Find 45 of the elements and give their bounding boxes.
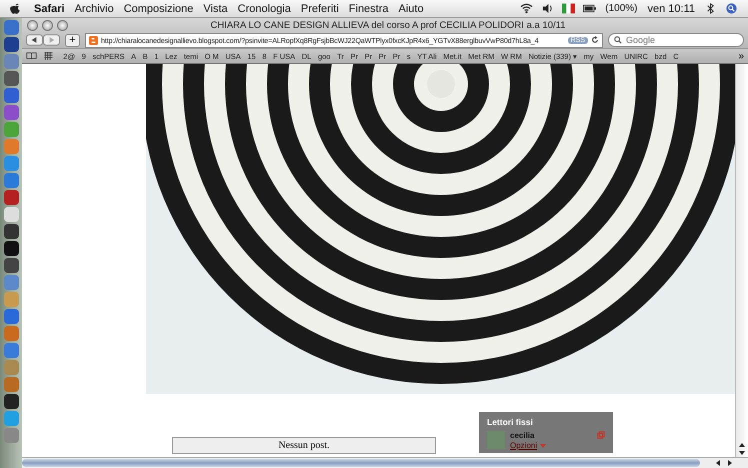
search-icon [614, 36, 622, 44]
window-title: CHIARA LO CANE DESIGN ALLIEVA del corso A prof CECILIA POLIDORI a.a 10/11 [209, 20, 566, 30]
vertical-scrollbar[interactable] [735, 64, 748, 457]
volume-icon[interactable] [541, 3, 554, 14]
back-button[interactable] [26, 34, 43, 46]
menu-item[interactable]: Vista [198, 2, 233, 14]
search-field[interactable]: Google [608, 33, 744, 47]
caret-icon[interactable] [540, 444, 546, 448]
blog-favicon-icon [89, 36, 98, 44]
more-bookmarks-icon[interactable]: » [738, 50, 744, 62]
battery-icon[interactable] [583, 3, 596, 14]
menu-item[interactable]: Cronologia [232, 2, 296, 14]
zoom-button[interactable] [57, 20, 68, 30]
minimize-button[interactable] [42, 20, 53, 30]
menu-item[interactable]: Finestra [344, 2, 394, 14]
scroll-thumb[interactable] [22, 459, 700, 467]
empty-message: Nessun post. [172, 437, 436, 454]
apple-icon[interactable] [10, 2, 21, 15]
menu-item[interactable]: Aiuto [394, 2, 429, 14]
reload-icon[interactable] [591, 36, 599, 44]
user-name: cecilia [510, 431, 536, 440]
add-bookmark-button[interactable]: + [65, 34, 80, 46]
book-icon[interactable] [26, 52, 37, 60]
app-icon[interactable] [4, 37, 18, 52]
wifi-icon[interactable] [520, 3, 534, 14]
grid-icon[interactable] [43, 52, 54, 60]
menu-item[interactable]: Preferiti [296, 2, 344, 14]
app-icon[interactable] [4, 258, 18, 273]
flag-icon[interactable] [562, 3, 576, 14]
search-icon[interactable] [725, 3, 738, 14]
menu-item[interactable]: Archivio [70, 2, 119, 14]
scroll-left-icon[interactable] [716, 460, 720, 466]
close-button[interactable] [27, 20, 38, 30]
scroll-up-icon[interactable] [739, 443, 745, 447]
app-icon[interactable] [4, 394, 18, 409]
menu-item[interactable]: Safari [29, 2, 70, 14]
menu-clock[interactable]: ven 10:11 [642, 2, 700, 14]
link-icon[interactable] [597, 431, 605, 439]
app-icon[interactable] [4, 224, 18, 239]
menu-item[interactable]: Composizione [118, 2, 198, 14]
scroll-right-icon[interactable] [728, 460, 732, 466]
app-icon[interactable] [4, 241, 18, 256]
battery-percentage: (100%) [604, 3, 638, 14]
horizontal-scrollbar[interactable] [22, 457, 748, 468]
panel-title: Lettori fissi [487, 417, 534, 427]
